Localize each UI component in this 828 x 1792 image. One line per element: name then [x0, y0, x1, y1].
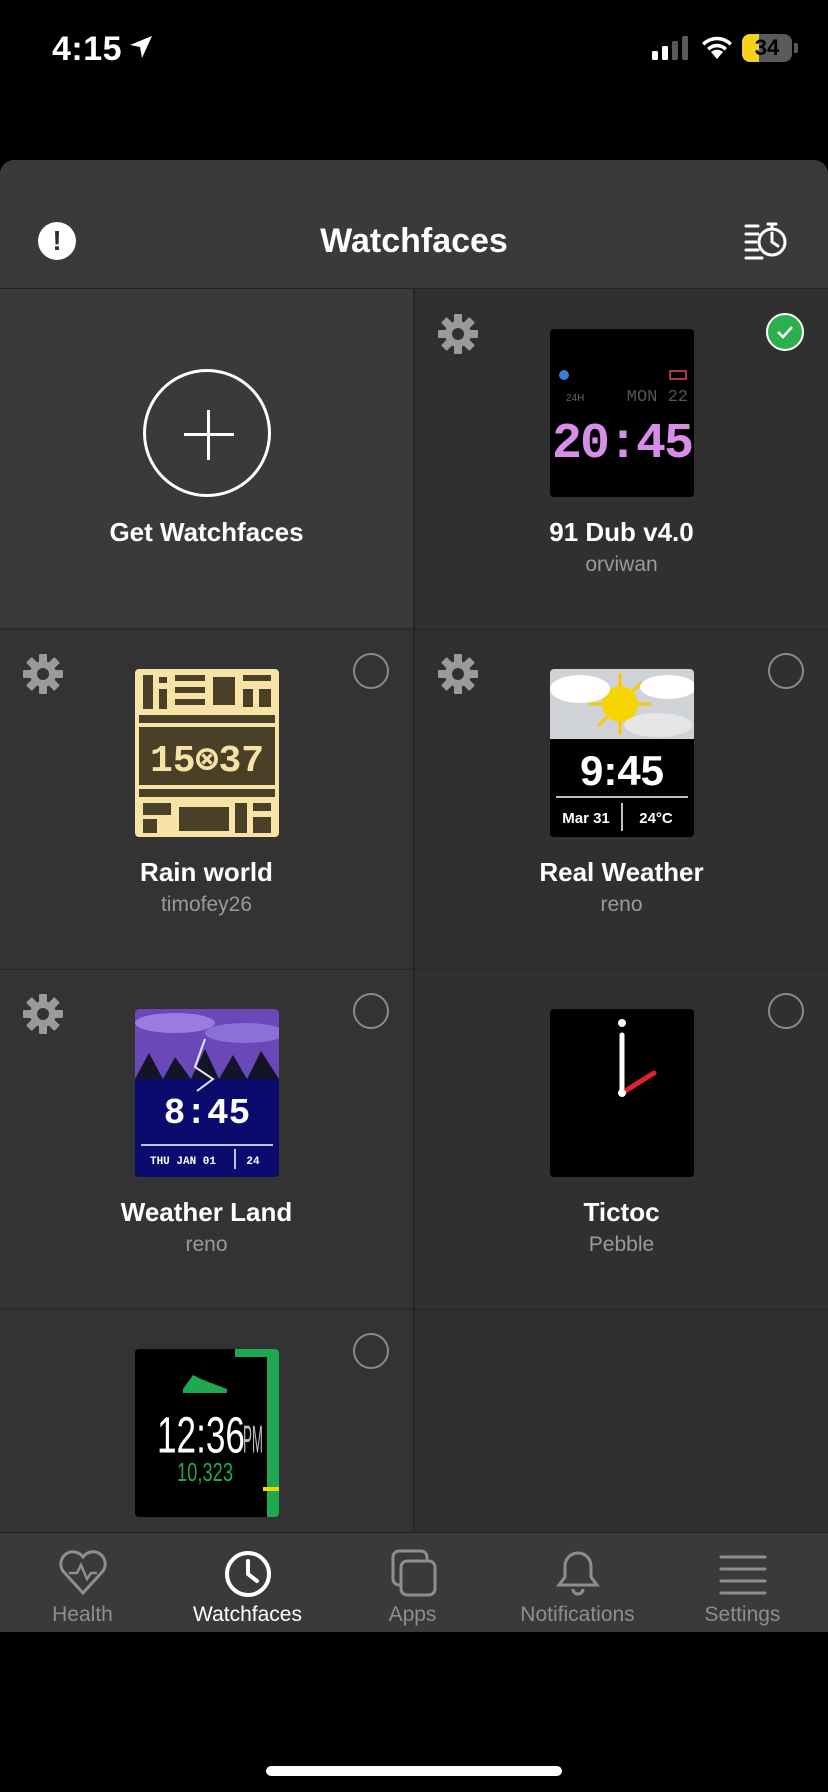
- apps-icon: [391, 1549, 436, 1597]
- watchface-card[interactable]: 8:45 THU JAN 01 24 Weather Land reno: [0, 969, 413, 1308]
- watchface-author: reno: [600, 893, 643, 916]
- watchface-name: Weather Land: [120, 1197, 293, 1227]
- get-watchfaces-button[interactable]: Get Watchfaces: [0, 289, 413, 628]
- preview-date: MON 22: [626, 388, 687, 407]
- app-sheet: ! Watchfaces Get Watchfaces 24H MON 22 2…: [0, 160, 828, 1632]
- selected-check-icon[interactable]: [766, 313, 804, 351]
- gear-icon[interactable]: [22, 993, 64, 1035]
- select-radio[interactable]: [353, 1333, 389, 1369]
- bell-icon: [555, 1551, 600, 1596]
- tab-health[interactable]: Health: [0, 1533, 165, 1632]
- preview-24h: 24H: [566, 393, 584, 404]
- select-radio[interactable]: [768, 993, 804, 1029]
- wifi-icon: [702, 36, 732, 59]
- tab-label: Health: [52, 1603, 113, 1626]
- tab-label: Apps: [388, 1603, 437, 1626]
- grid-divider: [0, 1309, 828, 1310]
- watchface-card[interactable]: 15⊗37 Rain world timofey26: [0, 629, 413, 968]
- location-arrow-icon: [130, 36, 152, 58]
- select-radio[interactable]: [768, 653, 804, 689]
- battery-indicator: 34: [742, 34, 792, 62]
- watchface-author: orviwan: [585, 553, 658, 576]
- preview-day: 24: [246, 1156, 260, 1168]
- get-watchfaces-label: Get Watchfaces: [109, 517, 304, 547]
- preview-date: Mar 31: [562, 810, 610, 827]
- heart-icon: [58, 1550, 107, 1596]
- status-bar: 4:15 34: [0, 0, 828, 100]
- preview-time: 15⊗37: [149, 740, 263, 783]
- status-time: 4:15: [52, 30, 123, 68]
- grid-divider: [413, 289, 415, 1632]
- watchface-author: reno: [185, 1233, 228, 1256]
- watchface-preview: 24H MON 22 20:45: [549, 329, 694, 497]
- list-clock-icon[interactable]: [744, 218, 788, 264]
- page-title: Watchfaces: [320, 222, 508, 260]
- watchface-name: 91 Dub v4.0: [549, 517, 694, 547]
- gear-icon[interactable]: [437, 313, 479, 355]
- watchface-name: Tictoc: [583, 1197, 660, 1227]
- watchface-card[interactable]: 9:45 Mar 31 24°C Real Weather reno: [415, 629, 828, 968]
- preview-time: 8:45: [163, 1093, 249, 1134]
- battery-level: 34: [754, 35, 780, 60]
- select-radio[interactable]: [353, 653, 389, 689]
- tab-label: Watchfaces: [193, 1603, 302, 1626]
- tab-label: Notifications: [520, 1603, 635, 1626]
- preview-temp: 24°C: [639, 810, 673, 827]
- watchface-author: timofey26: [160, 893, 253, 916]
- watchface-card[interactable]: 24H MON 22 20:45 91 Dub v4.0 orviwan: [415, 289, 828, 628]
- preview-time: 9:45: [579, 747, 663, 794]
- plus-icon: [143, 369, 271, 497]
- tab-apps[interactable]: Apps: [330, 1533, 495, 1632]
- watchface-preview: 8:45 THU JAN 01 24: [134, 1009, 279, 1177]
- tab-bar: Health Watchfaces Apps Notifications Set…: [0, 1532, 828, 1632]
- menu-icon: [719, 1555, 766, 1595]
- watchface-preview: 9:45 Mar 31 24°C: [549, 669, 694, 837]
- preview-time: 20:45: [551, 416, 691, 473]
- tab-label: Settings: [704, 1603, 781, 1626]
- watchface-preview: [549, 1009, 694, 1177]
- cellular-signal-icon: [652, 36, 688, 60]
- grid-divider: [0, 969, 828, 970]
- battery-tip: [794, 43, 798, 53]
- gear-icon[interactable]: [437, 653, 479, 695]
- tab-notifications[interactable]: Notifications: [495, 1533, 660, 1632]
- watchface-name: Real Weather: [539, 857, 704, 887]
- select-radio[interactable]: [353, 993, 389, 1029]
- clock-icon: [224, 1551, 271, 1597]
- watchface-author: Pebble: [588, 1233, 655, 1256]
- preview-ampm: PM: [243, 1417, 263, 1461]
- home-indicator[interactable]: [266, 1766, 562, 1776]
- nav-header: ! Watchfaces: [0, 160, 828, 289]
- preview-time: 12:36: [157, 1408, 245, 1465]
- watchface-preview: 12:36 PM 10,323: [134, 1349, 279, 1517]
- gear-icon[interactable]: [22, 653, 64, 695]
- watchface-name: Rain world: [140, 857, 273, 887]
- watchface-preview: 15⊗37: [134, 669, 279, 837]
- preview-date: THU JAN 01: [149, 1156, 215, 1168]
- tab-watchfaces[interactable]: Watchfaces: [165, 1533, 330, 1632]
- watchface-card[interactable]: Tictoc Pebble: [415, 969, 828, 1308]
- preview-steps: 10,323: [177, 1457, 233, 1487]
- tab-settings[interactable]: Settings: [660, 1533, 825, 1632]
- grid-divider: [0, 629, 828, 630]
